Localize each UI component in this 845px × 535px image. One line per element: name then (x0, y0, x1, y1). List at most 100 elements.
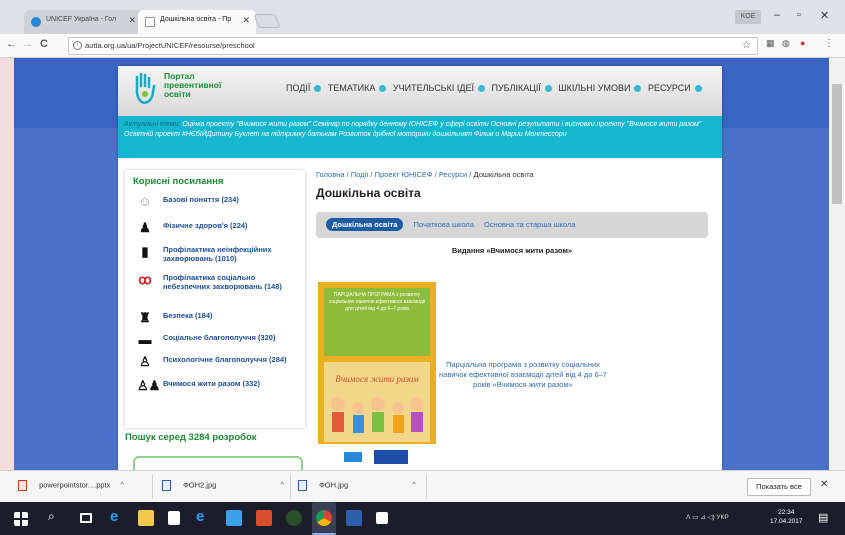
baby-icon: ☺ (138, 194, 152, 209)
scrollbar-thumb[interactable] (832, 84, 842, 204)
extension-icon[interactable]: ◍ (782, 38, 790, 49)
clock-date: 17.04.2017 (770, 518, 803, 525)
book-description-link[interactable]: Парціальна програма з розвитку соціальни… (434, 360, 612, 390)
hand-logo-icon[interactable] (134, 72, 156, 106)
reload-icon[interactable]: C (40, 38, 48, 50)
menu-bullet-icon (544, 85, 552, 93)
chrome-taskbar-button[interactable] (312, 502, 336, 535)
show-all-downloads-button[interactable]: Показать все (747, 478, 811, 496)
close-tab-icon[interactable]: ✕ (242, 15, 250, 26)
bookmark-star-icon[interactable]: ☆ (742, 38, 751, 54)
forward-icon[interactable]: → (22, 38, 33, 50)
tab-preschool[interactable]: Дошкільна освіта - Пр ✕ (138, 10, 256, 34)
sidebar-link-noninfectious[interactable]: ▮ Профілактика неінфекційних захворювань… (133, 245, 297, 273)
sidebar-link-physical-health[interactable]: ♟ Фізичне здоров'я (224) (133, 221, 297, 245)
app-icon[interactable] (286, 510, 302, 526)
breadcrumb-resources[interactable]: Ресурси (439, 170, 467, 179)
download-filename: ФОН.jpg (319, 480, 349, 490)
chevron-up-icon[interactable]: ^ (120, 480, 124, 489)
menu-item-teacher-ideas[interactable]: УЧИТЕЛЬСЬКІ ІДЕЇ (393, 83, 474, 93)
extension-icon[interactable]: ● (800, 38, 805, 48)
search-input[interactable] (133, 456, 303, 470)
site-logo-text[interactable]: Портал превентивної освіти (164, 72, 244, 99)
extension-icon[interactable]: ▦ (766, 38, 775, 49)
store-icon[interactable] (168, 511, 180, 525)
menu-item-resources[interactable]: РЕСУРСИ (648, 83, 691, 93)
address-bar[interactable]: i autta.org.ua/ua/ProjectUNICEF/resourse… (68, 37, 758, 55)
page-title: Дошкільна освіта (316, 186, 421, 200)
sidebar-link-basic-concepts[interactable]: ☺ Базові поняття (234) (133, 195, 297, 221)
image-file-icon (162, 480, 171, 491)
edge-icon[interactable]: e (110, 508, 126, 525)
shield-icon: ♜ (139, 310, 151, 325)
download-item[interactable]: powerpointstor....pptx ^ (18, 480, 124, 491)
search-icon[interactable]: ⌕ (48, 509, 64, 525)
breadcrumb-separator: / (434, 170, 437, 179)
level-tabs: Дошкільна освіта Початкова школа Основна… (316, 212, 708, 238)
close-window-icon[interactable]: ✕ (820, 9, 829, 22)
unicef-favicon-icon (31, 17, 41, 27)
info-icon[interactable]: i (73, 41, 82, 50)
word-icon[interactable] (346, 510, 362, 526)
windows-taskbar: ⌕ e e ᐱ ▭ ⊿ ◁) УКР 22:34 17.04.2017 ▤ (0, 502, 845, 535)
page-favicon-icon (145, 17, 155, 27)
profile-name[interactable]: KOE (735, 10, 761, 24)
link-label: Профілактика неінфекційних захворювань (… (163, 245, 272, 263)
sidebar-link-social-diseases[interactable]: ꝏ Профілактика соціально небезпечних зах… (133, 273, 297, 311)
new-tab-button[interactable] (253, 14, 281, 28)
sidebar-link-living-together[interactable]: ♙♟ Вчимося жити разом (332) (133, 379, 297, 395)
minimize-icon[interactable]: – (774, 9, 780, 21)
chevron-up-icon[interactable]: ^ (412, 480, 416, 489)
maximize-icon[interactable]: ▫ (797, 9, 801, 21)
close-tab-icon[interactable]: ✕ (128, 15, 136, 26)
tab-secondary-school[interactable]: Основна та старша школа (484, 220, 576, 229)
book-cover-image[interactable]: ПАРЦІАЛЬНА ПРОГРАМА з розвитку соціальни… (318, 282, 436, 470)
menu-item-school-conditions[interactable]: ШКІЛЬНІ УМОВИ (558, 83, 630, 93)
download-item[interactable]: ФОН2.jpg ^ (162, 480, 284, 491)
chrome-icon (316, 510, 332, 526)
breadcrumb-events[interactable]: Події (351, 170, 369, 179)
sidebar-link-psychological-wellbeing[interactable]: ♙ Психологічне благополуччя (284) (133, 355, 297, 379)
link-label: Безпека (184) (163, 311, 213, 320)
pptx-file-icon (18, 480, 27, 491)
photos-icon[interactable] (376, 512, 388, 524)
image-file-icon (298, 480, 307, 491)
sidebar-link-safety[interactable]: ♜ Безпека (184) (133, 311, 297, 333)
powerpoint-icon[interactable] (256, 510, 272, 526)
ie-icon[interactable]: e (196, 508, 212, 525)
chevron-up-icon[interactable]: ^ (280, 480, 284, 489)
app-icon[interactable] (226, 510, 242, 526)
downloads-bar: powerpointstor....pptx ^ ФОН2.jpg ^ ФОН.… (0, 470, 845, 502)
tab-primary-school[interactable]: Початкова школа (414, 220, 474, 229)
link-label: Соціальне благополуччя (320) (163, 333, 276, 342)
notifications-icon[interactable]: ▤ (818, 511, 828, 524)
figure-icon: ♟ (139, 220, 151, 235)
tab-title: Дошкільна освіта - Пр (160, 16, 232, 23)
system-tray[interactable]: ᐱ ▭ ⊿ ◁) УКР (686, 513, 729, 521)
task-view-icon[interactable] (80, 513, 92, 523)
menu-bullet-icon (314, 85, 322, 93)
windows-start-icon[interactable] (14, 512, 28, 526)
breadcrumb-home[interactable]: Головна (316, 170, 345, 179)
back-icon[interactable]: ← (6, 38, 17, 50)
menu-item-events[interactable]: ПОДІЇ (286, 83, 310, 93)
useful-links-panel: Корисні посилання ☺ Базові поняття (234)… (125, 170, 305, 428)
file-explorer-icon[interactable] (138, 510, 154, 526)
menu-icon[interactable]: ⋮ (824, 38, 834, 49)
breadcrumb-project[interactable]: Проект ЮНІСЕФ (375, 170, 433, 179)
menu-item-topics[interactable]: ТЕМАТИКА (328, 83, 376, 93)
download-item[interactable]: ФОН.jpg ^ (298, 480, 416, 491)
browser-tab-bar: UNICEF Україна - Гол ✕ Дошкільна освіта … (0, 0, 845, 34)
breadcrumb-separator: / (370, 170, 373, 179)
breadcrumb-current: Дошкільна освіта (473, 170, 534, 179)
close-downloads-icon[interactable]: ✕ (820, 479, 828, 490)
link-label: Психологічне благополуччя (284) (163, 355, 287, 364)
tab-preschool-education[interactable]: Дошкільна освіта (326, 218, 404, 231)
tab-unicef[interactable]: UNICEF Україна - Гол ✕ (24, 10, 142, 34)
ticker-links[interactable]: Оцінка проекту "Вчимося жити разом" Семі… (124, 121, 701, 138)
topics-ticker: Актуальні теми: Оцінка проекту "Вчимося … (118, 116, 722, 158)
clock[interactable]: 22:34 17.04.2017 (770, 508, 803, 526)
menu-bullet-icon (477, 85, 485, 93)
sidebar-link-social-wellbeing[interactable]: ▬ Соціальне благополуччя (320) (133, 333, 297, 355)
menu-item-publications[interactable]: ПУБЛІКАЦІЇ (492, 83, 541, 93)
